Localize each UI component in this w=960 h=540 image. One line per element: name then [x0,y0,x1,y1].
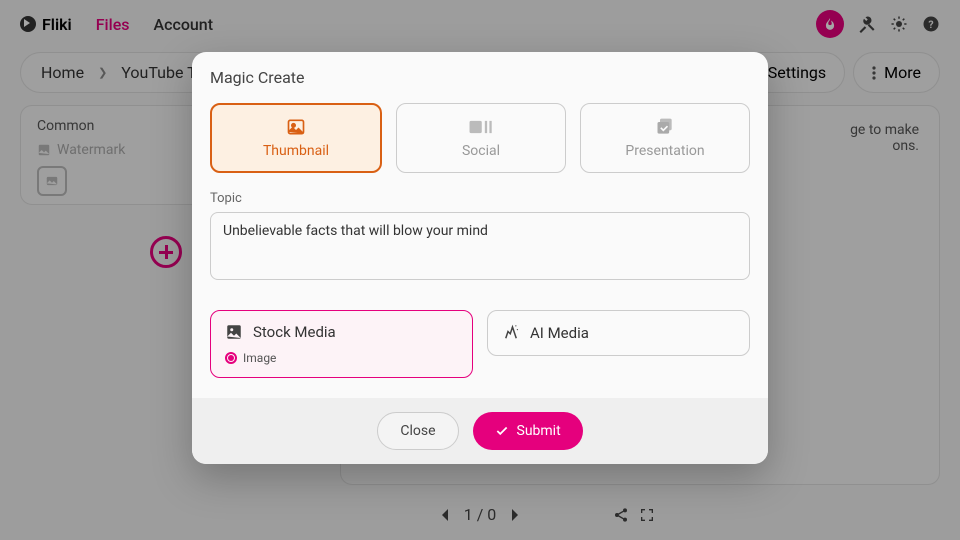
media-ai[interactable]: AI Media [487,310,750,356]
presentation-icon [652,117,678,137]
format-social[interactable]: Social [396,103,566,173]
close-button[interactable]: Close [377,412,458,450]
format-thumbnail-label: Thumbnail [263,143,329,159]
format-presentation[interactable]: Presentation [580,103,750,173]
submit-label: Submit [517,423,561,439]
check-icon [495,424,509,438]
topic-label: Topic [210,191,750,206]
format-thumbnail[interactable]: Thumbnail [210,103,382,173]
ai-media-icon [502,324,520,342]
topic-input[interactable] [210,212,750,280]
stock-media-icon [225,323,243,341]
submit-button[interactable]: Submit [473,412,583,450]
radio-on-icon [225,352,237,364]
social-icon [468,117,494,137]
media-image-label: Image [243,351,276,365]
media-ai-label: AI Media [530,324,589,342]
thumbnail-icon [283,117,309,137]
modal-title: Magic Create [192,52,768,95]
media-stock-label: Stock Media [253,323,336,341]
media-row: Stock Media Image AI Media [210,310,750,378]
media-stock[interactable]: Stock Media Image [210,310,473,378]
media-image-option[interactable]: Image [225,351,458,365]
format-row: Thumbnail Social Presentation [210,103,750,173]
modal-body: Thumbnail Social Presentation Topic Sto [192,95,768,398]
format-social-label: Social [462,143,500,159]
modal-overlay: Magic Create Thumbnail Social Presentati… [0,0,960,540]
modal-footer: Close Submit [192,398,768,464]
magic-create-modal: Magic Create Thumbnail Social Presentati… [192,52,768,464]
format-presentation-label: Presentation [625,143,704,159]
